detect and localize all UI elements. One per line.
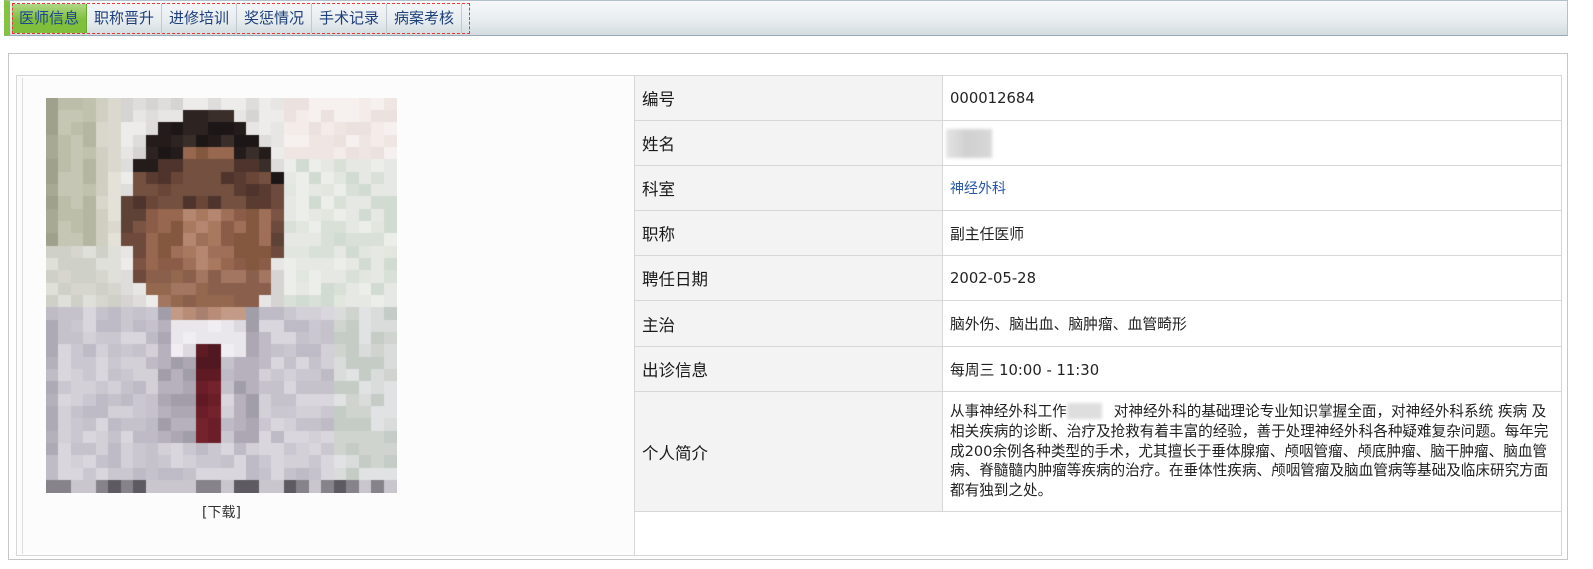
tab-doctor-info[interactable]: 医师信息 xyxy=(12,4,87,33)
department-link[interactable]: 神经外科 xyxy=(950,178,1006,198)
field-label: 科室 xyxy=(634,166,943,210)
field-value: 副主任医师 xyxy=(943,211,1561,255)
field-value: 从事神经外科工作 对神经外科的基础理论专业知识掌握全面，对神经外科系统 疾病 及 … xyxy=(943,392,1561,511)
tab-training[interactable]: 进修培训 xyxy=(162,4,237,33)
row-appointment-date: 聘任日期 2002-05-28 xyxy=(634,255,1561,300)
field-value: 每周三 10:00 - 11:30 xyxy=(943,347,1561,391)
row-bio: 个人简介 从事神经外科工作 对神经外科的基础理论专业知识掌握全面，对神经外科系统 … xyxy=(634,391,1561,512)
row-title: 职称 副主任医师 xyxy=(634,210,1561,255)
row-name: 姓名 xyxy=(634,120,1561,165)
bio-line: 成200余例各种类型的手术，尤其擅长于垂体腺瘤、颅咽管瘤、颅底肿瘤、脑干肿瘤、脑… xyxy=(950,442,1548,460)
row-department: 科室 神经外科 xyxy=(634,165,1561,210)
bio-line: 病、脊髓髓内肿瘤等疾病的治疗。在垂体性疾病、颅咽管瘤及脑血管病等基础及临床研究方… xyxy=(950,462,1549,480)
bio-line: 相关疾病的诊断、治疗及抢救有着丰富的经验，善于处理神经外科各种疑难复杂问题。每年… xyxy=(950,422,1549,440)
tab-label: 进修培训 xyxy=(168,9,229,27)
redacted-name xyxy=(946,128,992,158)
cell-divider xyxy=(22,78,23,554)
tab-label: 手术记录 xyxy=(318,9,379,27)
field-value xyxy=(943,121,1561,165)
tab-medical-record-review[interactable]: 病案考核 xyxy=(387,4,462,33)
field-label: 职称 xyxy=(634,211,943,255)
tab-label: 病案考核 xyxy=(393,9,454,27)
row-id: 编号 000012684 xyxy=(634,75,1561,120)
bio-text: 从事神经外科工作 对神经外科的基础理论专业知识掌握全面，对神经外科系统 疾病 及 … xyxy=(950,402,1548,501)
field-label: 出诊信息 xyxy=(634,347,943,391)
tab-title-promotion[interactable]: 职称晋升 xyxy=(87,4,162,33)
tab-surgery-records[interactable]: 手术记录 xyxy=(312,4,387,33)
tab-rewards-penalties[interactable]: 奖惩情况 xyxy=(237,4,312,33)
bio-text-segment: 从事神经外科工作 xyxy=(950,403,1067,420)
field-label: 个人简介 xyxy=(634,392,943,511)
doctor-photo xyxy=(46,98,397,493)
field-label: 聘任日期 xyxy=(634,256,943,300)
tab-label: 职称晋升 xyxy=(93,9,154,27)
row-specialty: 主治 脑外伤、脑出血、脑肿瘤、血管畸形 xyxy=(634,300,1561,346)
row-clinic-hours: 出诊信息 每周三 10:00 - 11:30 xyxy=(634,346,1561,391)
bio-line: 从事神经外科工作 对神经外科的基础理论专业知识掌握全面，对神经外科系统 疾病 及 xyxy=(950,402,1548,422)
bio-line: 都有独到之处。 xyxy=(950,482,1053,500)
tab-label: 奖惩情况 xyxy=(243,9,304,27)
field-value: 脑外伤、脑出血、脑肿瘤、血管畸形 xyxy=(943,301,1561,346)
field-label: 姓名 xyxy=(634,121,943,165)
bio-text-segment: 对神经外科的基础理论专业知识掌握全面，对神经外科系统 疾病 及 xyxy=(1113,403,1547,420)
field-label: 主治 xyxy=(634,301,943,346)
field-value: 000012684 xyxy=(943,76,1561,120)
field-label: 编号 xyxy=(634,76,943,120)
download-photo-link[interactable]: [下载] xyxy=(46,503,397,523)
field-value: 神经外科 xyxy=(943,166,1561,210)
field-value: 2002-05-28 xyxy=(943,256,1561,300)
tab-label: 医师信息 xyxy=(18,9,79,27)
redacted-text xyxy=(1066,403,1102,419)
